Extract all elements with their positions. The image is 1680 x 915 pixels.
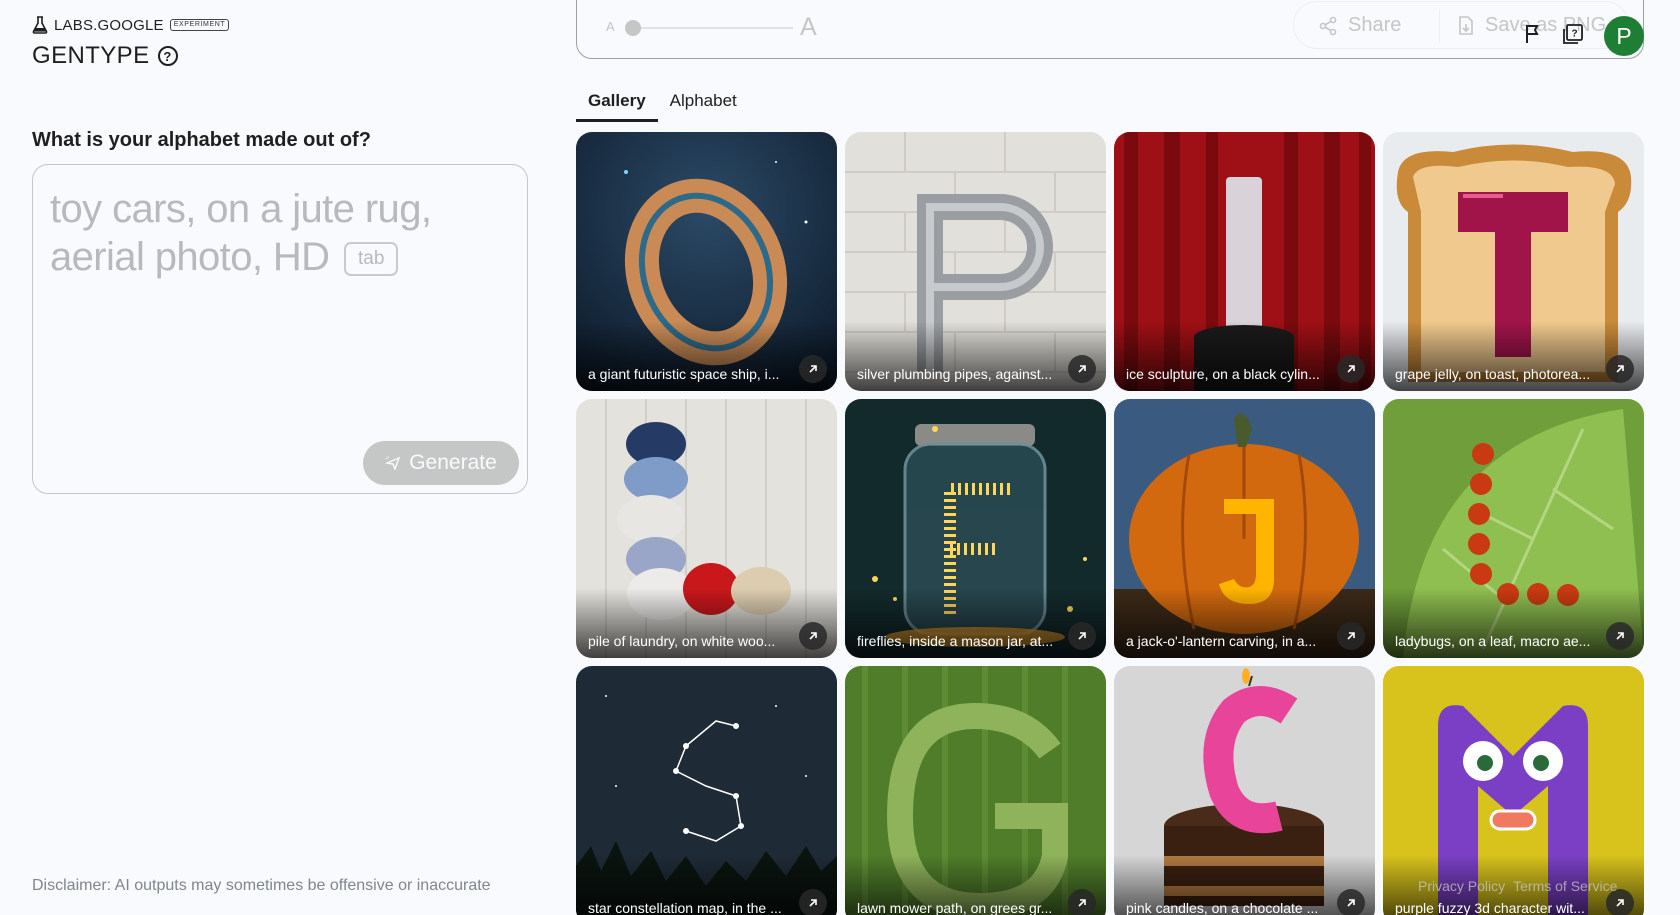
size-slider-track[interactable] bbox=[633, 27, 793, 29]
save-file-icon bbox=[1459, 15, 1473, 35]
card-caption: a jack-o'-lantern carving, in a... bbox=[1126, 633, 1317, 649]
gallery-card[interactable]: grape jelly, on toast, photorea... bbox=[1383, 132, 1644, 391]
open-arrow-button[interactable] bbox=[1606, 622, 1634, 650]
generate-button[interactable]: Generate bbox=[363, 441, 519, 485]
faq-icon[interactable]: ? bbox=[1562, 23, 1584, 45]
labs-google-brand[interactable]: LABS.GOOGLE EXPERIMENT bbox=[32, 16, 230, 34]
tab-gallery[interactable]: Gallery bbox=[576, 88, 658, 122]
open-arrow-button[interactable] bbox=[799, 889, 827, 915]
card-caption: ice sculpture, on a black cylin... bbox=[1126, 366, 1320, 382]
gallery-card[interactable]: pile of laundry, on white woo... bbox=[576, 399, 837, 658]
open-arrow-button[interactable] bbox=[799, 622, 827, 650]
card-caption: silver plumbing pipes, against... bbox=[857, 366, 1053, 382]
save-label: Save as PNG bbox=[1485, 14, 1607, 36]
gallery-grid: a giant futuristic space ship, i... silv… bbox=[576, 132, 1645, 915]
flag-icon[interactable] bbox=[1524, 24, 1542, 44]
card-caption: purple fuzzy 3d character wit... bbox=[1395, 900, 1585, 915]
open-arrow-button[interactable] bbox=[1068, 889, 1096, 915]
card-caption: a giant futuristic space ship, i... bbox=[588, 366, 780, 382]
toolbar-divider bbox=[1439, 10, 1440, 42]
gallery-card[interactable]: a giant futuristic space ship, i... bbox=[576, 132, 837, 391]
help-icon[interactable]: ? bbox=[157, 46, 178, 66]
app-title-row: GENTYPE ? bbox=[32, 42, 178, 70]
card-caption: pile of laundry, on white woo... bbox=[588, 633, 776, 649]
flask-icon bbox=[32, 16, 48, 34]
card-caption: star constellation map, in the ... bbox=[588, 900, 782, 915]
arrow-up-right-icon bbox=[1347, 632, 1355, 640]
arrow-up-right-icon bbox=[1347, 899, 1355, 907]
open-arrow-button[interactable] bbox=[1606, 355, 1634, 383]
card-caption: grape jelly, on toast, photorea... bbox=[1395, 366, 1591, 382]
share-button[interactable]: Share bbox=[1318, 14, 1401, 37]
open-arrow-button[interactable] bbox=[1337, 622, 1365, 650]
svg-text:?: ? bbox=[1571, 29, 1577, 40]
privacy-policy-link[interactable]: Privacy Policy bbox=[1418, 878, 1505, 894]
arrow-up-right-icon bbox=[1616, 632, 1624, 640]
gallery-card[interactable]: pink candles, on a chocolate ... bbox=[1114, 666, 1375, 915]
prompt-input[interactable]: toy cars, on a jute rug, aerial photo, H… bbox=[32, 164, 528, 494]
arrow-up-right-icon bbox=[1078, 365, 1086, 373]
arrow-up-right-icon bbox=[809, 899, 817, 907]
arrow-up-right-icon bbox=[1616, 365, 1624, 373]
prompt-question: What is your alphabet made out of? bbox=[32, 129, 371, 151]
share-label: Share bbox=[1348, 14, 1402, 36]
card-caption: pink candles, on a chocolate ... bbox=[1126, 900, 1319, 915]
view-tabs: Gallery Alphabet bbox=[576, 88, 749, 122]
open-arrow-button[interactable] bbox=[799, 355, 827, 383]
arrow-up-right-icon bbox=[1347, 365, 1355, 373]
experiment-badge: EXPERIMENT bbox=[169, 19, 230, 31]
prompt-placeholder: toy cars, on a jute rug, aerial photo, H… bbox=[50, 185, 480, 281]
arrow-up-right-icon bbox=[1616, 899, 1624, 907]
gallery-card[interactable]: silver plumbing pipes, against... bbox=[845, 132, 1106, 391]
size-slider-thumb[interactable] bbox=[625, 20, 641, 36]
arrow-up-right-icon bbox=[1078, 632, 1086, 640]
arrow-up-right-icon bbox=[809, 632, 817, 640]
open-arrow-button[interactable] bbox=[1068, 355, 1096, 383]
share-icon bbox=[1319, 16, 1337, 35]
open-arrow-button[interactable] bbox=[1068, 622, 1096, 650]
card-caption: ladybugs, on a leaf, macro ae... bbox=[1395, 633, 1591, 649]
gallery-card[interactable]: a jack-o'-lantern carving, in a... bbox=[1114, 399, 1375, 658]
gallery-card[interactable]: star constellation map, in the ... bbox=[576, 666, 837, 915]
user-avatar[interactable]: P bbox=[1604, 16, 1644, 56]
top-toolbar: A A Share Save as PNG bbox=[576, 0, 1644, 59]
footer-links: Privacy Policy Terms of Service bbox=[1418, 878, 1617, 894]
gallery-card[interactable]: ladybugs, on a leaf, macro ae... bbox=[1383, 399, 1644, 658]
open-arrow-button[interactable] bbox=[1337, 355, 1365, 383]
gallery-card[interactable]: ice sculpture, on a black cylin... bbox=[1114, 132, 1375, 391]
open-arrow-button[interactable] bbox=[1337, 889, 1365, 915]
gallery-card[interactable]: lawn mower path, on grees gr... bbox=[845, 666, 1106, 915]
card-caption: lawn mower path, on grees gr... bbox=[857, 900, 1053, 915]
arrow-up-right-icon bbox=[1078, 899, 1086, 907]
app-title: GENTYPE bbox=[32, 42, 150, 69]
size-small-label: A bbox=[606, 19, 615, 34]
arrow-up-right-icon bbox=[809, 365, 817, 373]
gallery-card[interactable]: fireflies, inside a mason jar, at... bbox=[845, 399, 1106, 658]
tab-alphabet[interactable]: Alphabet bbox=[658, 88, 749, 122]
card-caption: fireflies, inside a mason jar, at... bbox=[857, 633, 1054, 649]
brand-name: LABS.GOOGLE bbox=[54, 16, 164, 34]
generate-label: Generate bbox=[409, 451, 497, 474]
sparkle-send-icon bbox=[385, 456, 401, 470]
terms-of-service-link[interactable]: Terms of Service bbox=[1513, 878, 1617, 894]
size-large-label: A bbox=[800, 13, 817, 41]
tab-hint-chip: tab bbox=[343, 242, 399, 277]
disclaimer: Disclaimer: AI outputs may sometimes be … bbox=[32, 877, 491, 894]
